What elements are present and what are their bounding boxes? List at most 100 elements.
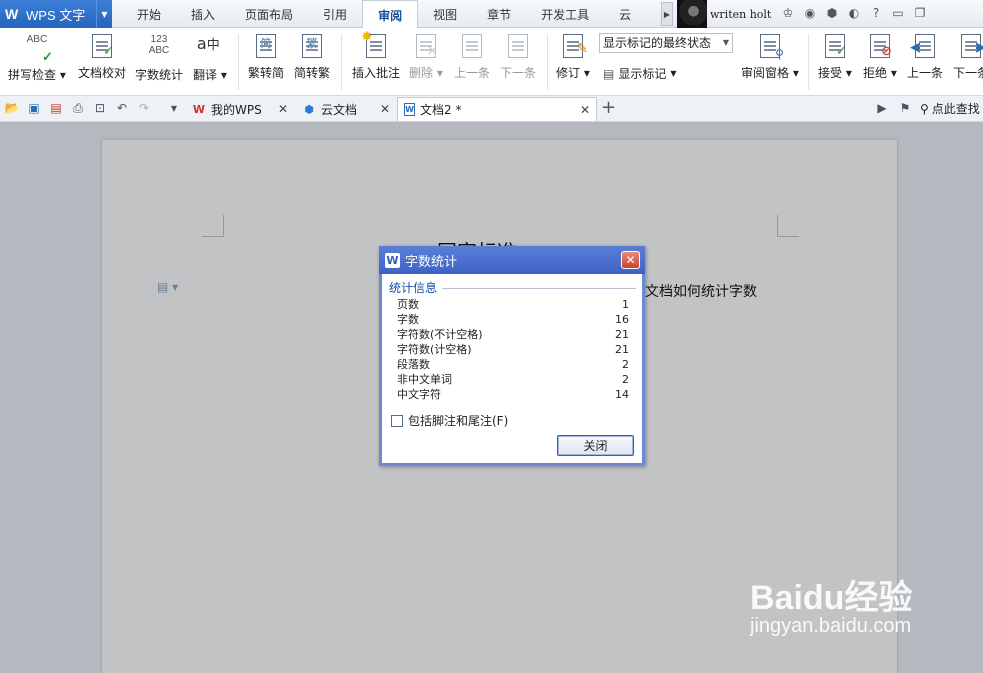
app-menu-button[interactable]: W WPS 文字 ▼: [0, 0, 112, 28]
minimize-ribbon-icon[interactable]: ▭: [890, 5, 906, 21]
simp-to-trad-label: 简转繁: [294, 66, 331, 80]
stat-row: 中文字符 14: [397, 387, 629, 402]
prev-revision-button[interactable]: ◀ 上一条: [907, 32, 943, 90]
undo-icon[interactable]: ↶: [114, 100, 130, 116]
search-box[interactable]: ⚲ 点此查找: [920, 100, 980, 117]
tab-4[interactable]: 审阅: [362, 0, 419, 29]
settings-icon[interactable]: ⚑: [897, 100, 913, 116]
reject-button[interactable]: ⊘ 拒绝 ▾: [863, 32, 897, 90]
redo-icon[interactable]: ↷: [136, 100, 152, 116]
user-name[interactable]: writen holt: [710, 8, 771, 21]
next-comment-button[interactable]: 下一条: [500, 32, 536, 90]
tab-0[interactable]: 开始: [122, 0, 176, 28]
stats-group-label: 统计信息: [389, 279, 441, 296]
document-body-text[interactable]: 文档如何统计字数: [645, 281, 757, 301]
tab-8[interactable]: 云: [604, 0, 633, 28]
tab-3[interactable]: 引用: [308, 0, 362, 28]
wps-logo-icon: W: [192, 102, 206, 116]
play-icon[interactable]: ▶: [874, 100, 890, 116]
share-icon[interactable]: ◐: [846, 5, 862, 21]
export-pdf-icon[interactable]: ▤: [48, 100, 64, 116]
spell-check-icon: ABC ✓: [26, 34, 53, 64]
close-icon[interactable]: ✕: [580, 103, 590, 117]
close-icon[interactable]: ✕: [380, 102, 390, 116]
close-icon[interactable]: ✕: [278, 102, 288, 116]
print-preview-icon[interactable]: ⊡: [92, 100, 108, 116]
next-revision-button[interactable]: ▶ 下一条: [953, 32, 983, 90]
chevron-down-icon[interactable]: ▼: [166, 100, 182, 116]
stat-label: 页数: [397, 298, 419, 311]
next-revision-icon: ▶: [961, 34, 983, 58]
menu-tabs: 开始 插入 页面布局 引用 审阅 视图 章节 开发工具云: [122, 0, 633, 29]
save-icon[interactable]: ▣: [26, 100, 42, 116]
stat-label: 字符数(不计空格): [397, 328, 483, 341]
close-button[interactable]: 关闭: [557, 435, 634, 456]
translate-button[interactable]: a中 翻译 ▾: [193, 32, 227, 90]
wps-logo-icon: W: [5, 6, 19, 22]
shield-icon[interactable]: ⬢: [824, 5, 840, 21]
doc-proofread-label: 文档校对: [78, 66, 127, 80]
tab-document-2[interactable]: W 文档2 * ✕: [397, 97, 597, 121]
stat-value: 2: [622, 373, 629, 386]
open-folder-icon[interactable]: 📂: [4, 100, 20, 116]
stat-value: 21: [615, 343, 629, 356]
menu-bar: W WPS 文字 ▼ 开始 插入 页面布局 引用 审阅 视图 章节 开发工具云 ▶ write…: [0, 0, 983, 29]
doc-proofread-button[interactable]: ✓ 文档校对: [78, 32, 126, 90]
chevron-down-icon[interactable]: ▼: [96, 0, 112, 28]
tab-label: 云文档: [321, 102, 358, 117]
prev-comment-button[interactable]: 上一条: [454, 32, 490, 90]
reject-label: 拒绝 ▾: [863, 66, 897, 80]
tab-cloud-docs[interactable]: ⬢ 云文档 ✕: [296, 97, 396, 121]
watermark-url: jingyan.baidu.com: [750, 615, 912, 637]
restore-window-icon[interactable]: ❐: [912, 5, 928, 21]
accept-button[interactable]: ✓ 接受 ▾: [818, 32, 852, 90]
tab-5[interactable]: 视图: [418, 0, 472, 28]
skin-icon[interactable]: ◉: [802, 5, 818, 21]
tab-2[interactable]: 页面布局: [230, 0, 308, 28]
document-check-icon: ✓: [92, 34, 114, 59]
reject-icon: ⊘: [869, 34, 892, 59]
ribbon-separator: [808, 34, 809, 90]
insert-comment-button[interactable]: ✸ 插入批注: [352, 29, 400, 90]
review-pane-icon: ⚲: [759, 34, 784, 61]
new-tab-icon[interactable]: +: [601, 97, 616, 118]
stat-value: 2: [622, 358, 629, 371]
ribbon-separator: [341, 34, 342, 90]
revise-icon: ✎: [562, 34, 588, 58]
stat-label: 非中文单词: [397, 373, 452, 386]
next-revision-label: 下一条: [953, 66, 983, 80]
tab-1[interactable]: 插入: [176, 0, 230, 28]
close-icon[interactable]: ✕: [621, 251, 640, 269]
include-footnotes-option[interactable]: 包括脚注和尾注(F): [391, 412, 508, 429]
help-icon[interactable]: ?: [868, 5, 884, 21]
stat-row: 段落数 2: [397, 357, 629, 372]
tab-6[interactable]: 章节: [472, 0, 526, 28]
print-icon[interactable]: ⎙: [70, 100, 86, 116]
display-state-select[interactable]: 显示标记的最终状态 ▼: [599, 33, 733, 53]
dialog-title-bar[interactable]: W 字数统计 ✕: [379, 246, 645, 274]
paragraph-layout-icon[interactable]: ▤ ▾: [157, 280, 178, 294]
spell-check-label: 拼写检查 ▾: [8, 68, 66, 82]
avatar[interactable]: [677, 0, 707, 28]
translate-icon: a中: [196, 34, 220, 53]
tab-my-wps[interactable]: W 我的WPS ✕: [186, 97, 294, 121]
trad-to-simp-button[interactable]: 简 繁转简: [248, 32, 284, 90]
tab-scroll-right-icon[interactable]: ▶: [661, 2, 673, 26]
search-label: 点此查找: [931, 102, 980, 116]
delete-comment-button[interactable]: ✕ 删除 ▾: [409, 32, 443, 90]
simp-to-trad-button[interactable]: 繁 简转繁: [294, 32, 330, 90]
include-footnotes-checkbox[interactable]: [391, 414, 403, 427]
word-count-button[interactable]: 123 ABC 字数统计: [135, 32, 183, 90]
stat-row: 非中文单词 2: [397, 372, 629, 387]
next-comment-label: 下一条: [500, 66, 537, 80]
prev-comment-icon: [462, 34, 482, 58]
spell-check-button[interactable]: ABC ✓ 拼写检查 ▾: [8, 32, 66, 90]
stat-row: 字符数(计空格) 21: [397, 342, 629, 357]
review-pane-button[interactable]: ⚲ 审阅窗格 ▾: [741, 32, 799, 90]
chevron-down-icon: ▼: [722, 38, 729, 47]
tab-7[interactable]: 开发工具: [526, 0, 604, 28]
search-icon: ⚲: [920, 101, 929, 116]
crown-icon[interactable]: ♔: [780, 5, 796, 21]
revise-button[interactable]: ✎ 修订 ▾: [556, 32, 590, 90]
show-markup-button[interactable]: ▤ 显示标记 ▼: [603, 65, 677, 82]
